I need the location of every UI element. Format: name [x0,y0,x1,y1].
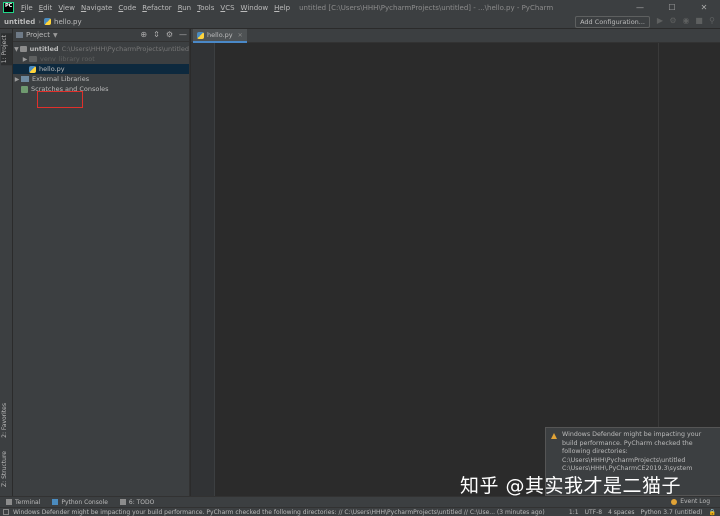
project-tool-window: Project ▼ ⊕ ⇕ ⚙ — ▼ untitled C:\Users\HH… [13,29,190,496]
tree-item-root[interactable]: ▼ untitled C:\Users\HHH\PycharmProjects\… [13,44,189,54]
menu-edit[interactable]: Edit [36,4,56,12]
breadcrumb-separator-icon: › [38,17,42,26]
status-bar: Windows Defender might be impacting your… [0,507,720,516]
status-widgets: 1:1 UTF-8 4 spaces Python 3.7 (untitled)… [569,509,720,516]
hide-panel-icon[interactable]: — [179,30,187,39]
minimize-button[interactable]: — [624,0,656,15]
todo-icon [119,499,126,505]
python-interpreter[interactable]: Python 3.7 (untitled) [641,509,703,516]
caret-position[interactable]: 1:1 [569,509,579,516]
bottom-tool-bar: Terminal Python Console 6: TODO Event Lo… [0,496,720,507]
notification-line: build performance. PyCharm checked the [562,439,693,447]
python-file-icon [29,65,36,73]
tree-item-hello-py[interactable]: hello.py [13,64,189,74]
menu-help[interactable]: Help [271,4,293,12]
menu-code[interactable]: Code [115,4,139,12]
tree-file-name: hello.py [39,65,65,73]
tree-root-name: untitled [29,45,59,53]
coverage-icon[interactable]: ◉ [682,16,690,26]
file-encoding[interactable]: UTF-8 [585,509,603,516]
python-console-button[interactable]: Python Console [52,499,108,506]
tree-venv-note: library root [58,55,95,63]
tab-project[interactable]: 1: Project [1,33,12,66]
notification-text: Windows Defender might be impacting your… [562,431,716,474]
menu-run[interactable]: Run [175,4,194,12]
terminal-icon [6,499,12,505]
left-tool-strip: 1: Project 2: Favorites Z: Structure [0,29,13,496]
tree-external-libs: External Libraries [32,75,90,83]
maximize-button[interactable]: ☐ [656,0,688,15]
python-file-icon [44,18,52,25]
notification-line: following directories: [562,448,628,455]
expand-arrow-icon[interactable]: ▼ [13,46,20,53]
breadcrumb-file[interactable]: hello.py [54,18,82,26]
window-controls: — ☐ ✕ [624,0,720,15]
title-menu-bar: File Edit View Navigate Code Refactor Ru… [0,0,720,15]
editor-gutter [191,43,215,496]
menu-refactor[interactable]: Refactor [139,4,174,12]
notification-line: C:\Users\HHH\PycharmProjects\untitled [562,456,686,464]
run-icon[interactable]: ▶ [656,16,664,26]
folder-icon [29,56,37,62]
menu-view[interactable]: View [55,4,78,12]
tab-favorites[interactable]: 2: Favorites [1,401,12,440]
menu-file[interactable]: File [18,4,36,12]
debug-icon[interactable]: ⚙ [669,16,677,26]
tab-structure[interactable]: Z: Structure [1,449,12,489]
warning-icon [551,433,557,439]
add-configuration-button[interactable]: Add Configuration... [575,16,650,28]
python-console-icon [52,499,59,505]
tree-venv-name: venv [40,55,56,63]
window-title: untitled [C:\Users\HHH\PycharmProjects\u… [299,3,554,12]
python-file-icon [197,31,204,39]
run-toolbar: ▶ ⚙ ◉ ■ ⚲ [656,16,716,26]
navigation-bar: untitled › hello.py Add Configuration...… [0,15,720,29]
breadcrumb-project[interactable]: untitled [4,18,35,26]
scratches-icon [21,85,28,93]
gear-icon[interactable]: ⚙ [166,30,173,39]
library-icon [21,76,29,82]
pycharm-logo-icon [3,2,14,13]
menu-navigate[interactable]: Navigate [78,4,115,12]
tree-item-venv[interactable]: ▶ venv library root [13,54,189,64]
collapse-arrow-icon[interactable]: ▶ [13,76,21,83]
project-view-selector[interactable]: Project [26,31,50,39]
todo-label: 6: TODO [128,498,155,506]
zhihu-watermark: 知乎 @其实我才是二猫子 [460,475,682,497]
close-window-button[interactable]: ✕ [688,0,720,15]
collapse-arrow-icon[interactable]: ▶ [21,56,29,63]
notification-line: Windows Defender might be impacting your [562,431,702,438]
terminal-label: Terminal [15,498,41,506]
editor-tab-label: hello.py [207,31,233,39]
menu-vcs[interactable]: VCS [217,4,237,12]
locate-file-icon[interactable]: ⊕ [140,30,147,39]
terminal-button[interactable]: Terminal [6,499,40,506]
event-log-label: Event Log [680,498,710,505]
tool-windows-toggle-icon[interactable] [3,509,9,515]
red-highlight-annotation [37,91,83,108]
todo-button[interactable]: 6: TODO [119,498,155,506]
project-view-icon [16,32,23,38]
tab-hello-py[interactable]: hello.py ✕ [193,29,247,43]
project-panel-tools: ⊕ ⇕ ⚙ — [140,30,187,39]
project-panel-header: Project ▼ ⊕ ⇕ ⚙ — [13,29,189,42]
project-tree: ▼ untitled C:\Users\HHH\PycharmProjects\… [13,42,189,94]
close-icon[interactable]: ✕ [238,32,243,39]
lock-icon[interactable]: 🔒 [709,509,716,516]
menu-window[interactable]: Window [238,4,272,12]
tree-root-path: C:\Users\HHH\PycharmProjects\untitled [61,45,189,53]
search-everywhere-icon[interactable]: ⚲ [708,16,716,26]
event-log-button[interactable]: Event Log [671,498,710,505]
indent-setting[interactable]: 4 spaces [608,509,634,516]
stop-icon[interactable]: ■ [695,16,703,26]
status-message[interactable]: Windows Defender might be impacting your… [13,509,569,516]
chevron-down-icon[interactable]: ▼ [53,32,58,39]
python-console-label: Python Console [61,498,108,506]
tree-item-external-libraries[interactable]: ▶ External Libraries [13,74,189,84]
event-log-icon [671,498,678,505]
menu-tools[interactable]: Tools [194,4,217,12]
editor-tab-bar: hello.py ✕ [191,29,720,43]
folder-icon [19,46,27,52]
collapse-all-icon[interactable]: ⇕ [153,30,160,39]
